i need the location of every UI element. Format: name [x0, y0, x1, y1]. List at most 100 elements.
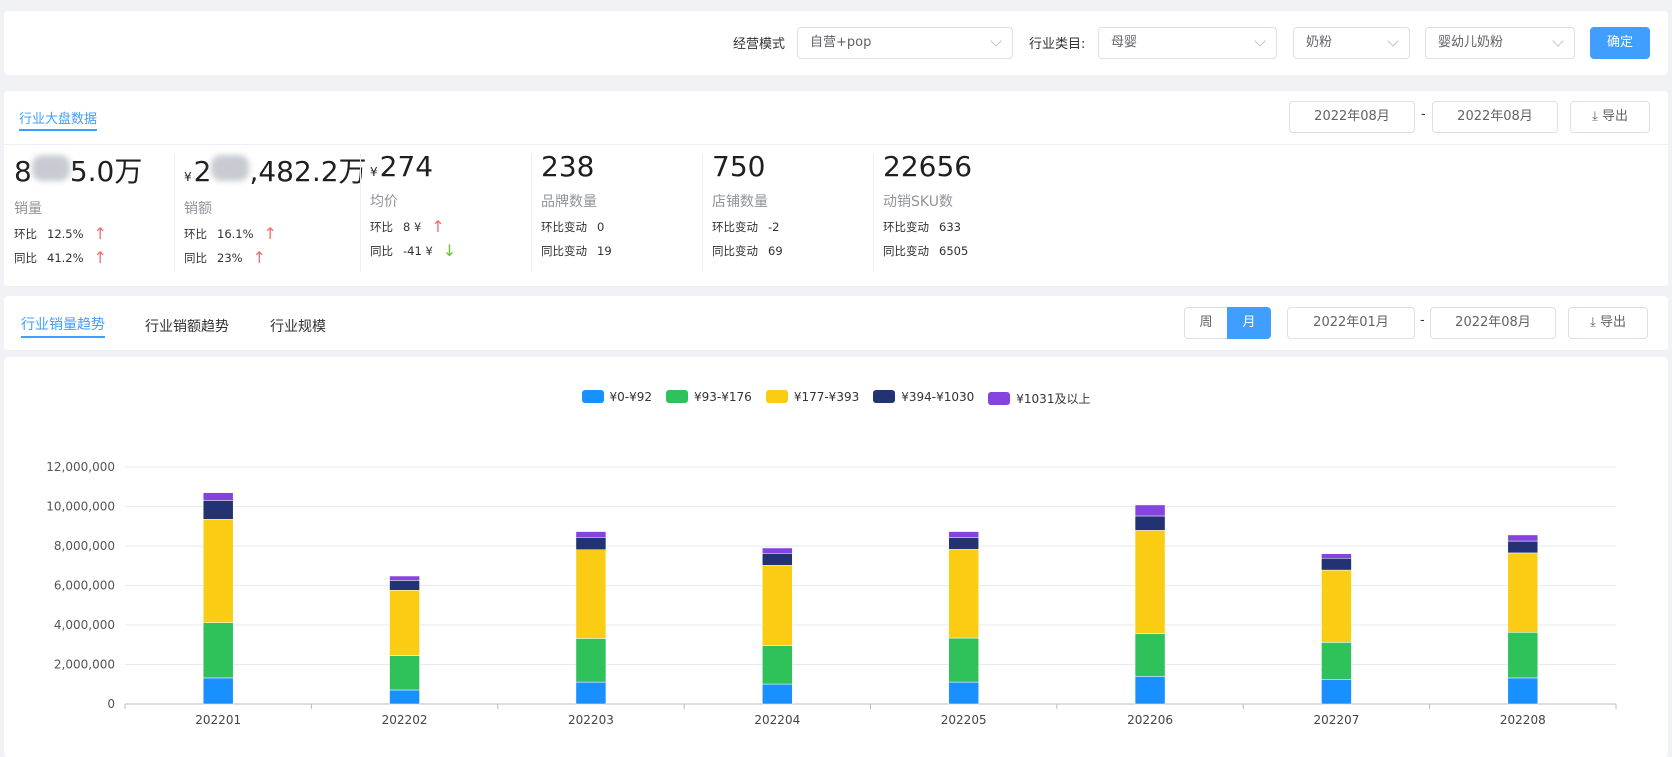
bar-segment[interactable]: [575, 638, 607, 683]
chevron-down-icon: [1254, 35, 1266, 47]
bar-segment[interactable]: [762, 547, 793, 554]
bar-segment[interactable]: [1134, 633, 1166, 677]
stat-value-prefix: 274: [379, 150, 434, 183]
legend-item[interactable]: ¥93-¥176: [666, 390, 752, 407]
arrow-up-icon: ↑: [93, 224, 107, 243]
subcategory-select[interactable]: 奶粉: [1293, 27, 1410, 59]
yoy-value: 69: [768, 244, 783, 258]
bar-segment[interactable]: [1321, 557, 1352, 571]
currency: ¥: [184, 170, 192, 184]
mom-label: 环比: [184, 227, 207, 241]
bar-segment[interactable]: [1134, 530, 1166, 634]
stat-yoy: 同比 -41 ¥ ↓: [370, 243, 456, 259]
category-select[interactable]: 母婴: [1098, 27, 1277, 59]
legend-item[interactable]: ¥177-¥393: [765, 390, 860, 407]
mom-value: 12.5%: [47, 227, 84, 241]
bar-segment[interactable]: [389, 689, 420, 705]
bar-segment[interactable]: [202, 519, 234, 623]
date-start-input[interactable]: 2022年08月: [1289, 101, 1415, 133]
bar-segment[interactable]: [1321, 679, 1352, 705]
bar-segment[interactable]: [389, 575, 420, 581]
stat-0: 8 5.0万 销量 环比 12.5% ↑ 同比 41.2% ↑: [14, 150, 142, 280]
bar-segment[interactable]: [202, 492, 234, 501]
stat-value: 238: [541, 150, 612, 183]
bar-segment[interactable]: [948, 681, 979, 705]
bar-segment[interactable]: [1321, 642, 1352, 680]
leaf-category-select[interactable]: 婴幼儿奶粉: [1425, 27, 1575, 59]
confirm-button[interactable]: 确定: [1590, 27, 1650, 59]
date-separator: -: [1421, 107, 1426, 122]
bar-segment[interactable]: [575, 531, 607, 538]
yoy-label: 同比变动: [712, 244, 758, 258]
bar-segment[interactable]: [1507, 677, 1539, 705]
bar-segment[interactable]: [202, 500, 234, 520]
bar-segment[interactable]: [762, 645, 793, 685]
mode-select[interactable]: 自营+pop: [797, 27, 1013, 59]
bar-segment[interactable]: [948, 537, 979, 550]
bar-segment[interactable]: [1134, 515, 1166, 531]
filter-bar: 经营模式 自营+pop 行业类目: 母婴 奶粉 婴幼儿奶粉 确定: [4, 11, 1668, 75]
bar-segment[interactable]: [575, 681, 607, 705]
trend-date-end-input[interactable]: 2022年08月: [1430, 307, 1556, 339]
legend-item[interactable]: ¥394-¥1030: [873, 390, 974, 407]
bar-segment[interactable]: [1507, 540, 1539, 554]
stat-value: ¥274: [370, 150, 456, 183]
bar-segment[interactable]: [202, 622, 234, 679]
bar-segment[interactable]: [1507, 552, 1539, 633]
bar-segment[interactable]: [202, 677, 234, 705]
stat-mom: 环比 16.1% ↑: [184, 226, 367, 242]
tab-sales-amount-trend[interactable]: 行业销额趋势: [145, 316, 229, 336]
trend-date-start-input[interactable]: 2022年01月: [1287, 307, 1415, 339]
mom-label: 环比变动: [883, 220, 929, 234]
bar-segment[interactable]: [389, 580, 420, 591]
bar-segment[interactable]: [1134, 676, 1166, 705]
legend-item[interactable]: ¥1031及以上: [988, 390, 1090, 407]
bar-segment[interactable]: [948, 637, 979, 683]
trend-export-button[interactable]: ⤓ 导出: [1568, 307, 1648, 339]
arrow-up-icon: ↑: [263, 224, 277, 243]
x-tick-label: 202206: [1127, 713, 1173, 727]
bar-segment[interactable]: [575, 537, 607, 551]
x-tick-label: 202207: [1314, 713, 1360, 727]
bar-segment[interactable]: [389, 589, 420, 656]
bar-segment[interactable]: [1134, 504, 1166, 517]
bar-segment[interactable]: [1321, 553, 1352, 559]
bar-segment[interactable]: [948, 531, 979, 538]
legend-label: ¥177-¥393: [793, 390, 860, 404]
date-end-input[interactable]: 2022年08月: [1432, 101, 1558, 133]
month-button[interactable]: 月: [1227, 307, 1271, 339]
bar-segment[interactable]: [948, 549, 979, 639]
chevron-down-icon: [1552, 35, 1564, 47]
stat-divider: [873, 154, 874, 272]
bar-segment[interactable]: [762, 565, 793, 646]
export-label: 导出: [1599, 315, 1626, 330]
mom-value: 16.1%: [217, 227, 254, 241]
stat-3: 238 品牌数量 环比变动 0 同比变动 19: [541, 150, 612, 280]
bar-segment[interactable]: [1507, 632, 1539, 679]
legend-item[interactable]: ¥0-¥92: [581, 390, 652, 407]
bar-segment[interactable]: [575, 549, 607, 639]
tab-overview[interactable]: 行业大盘数据: [19, 108, 98, 131]
bar-segment[interactable]: [1321, 569, 1352, 643]
stat-value-suffix: 5.0万: [69, 155, 143, 188]
download-icon: ⤓: [1590, 315, 1596, 330]
bar-segment[interactable]: [1507, 534, 1539, 542]
tab-sales-volume-trend[interactable]: 行业销量趋势: [21, 314, 105, 338]
trend-toolbar: 行业销量趋势 行业销额趋势 行业规模 周 月 2022年01月 - 2022年0…: [4, 296, 1668, 350]
week-button[interactable]: 周: [1184, 307, 1228, 339]
tab-industry-scale[interactable]: 行业规模: [270, 316, 326, 336]
y-tick-label: 4,000,000: [54, 618, 115, 632]
divider: [4, 144, 1668, 145]
leaf-category-value: 婴幼儿奶粉: [1438, 35, 1504, 50]
mom-label: 环比: [14, 227, 37, 241]
bar-segment[interactable]: [762, 683, 793, 705]
bar-segment[interactable]: [762, 553, 793, 566]
yoy-label: 同比: [184, 251, 207, 265]
export-button[interactable]: ⤓ 导出: [1570, 101, 1650, 133]
stat-value-prefix: 2: [193, 155, 212, 188]
arrow-up-icon: ↑: [252, 248, 266, 267]
bar-segment[interactable]: [389, 655, 420, 691]
chart-legend: ¥0-¥92 ¥93-¥176 ¥177-¥393 ¥394-¥1030 ¥1031及以…: [0, 390, 1672, 407]
y-tick-label: 12,000,000: [46, 460, 115, 474]
stat-label: 品牌数量: [541, 194, 597, 210]
